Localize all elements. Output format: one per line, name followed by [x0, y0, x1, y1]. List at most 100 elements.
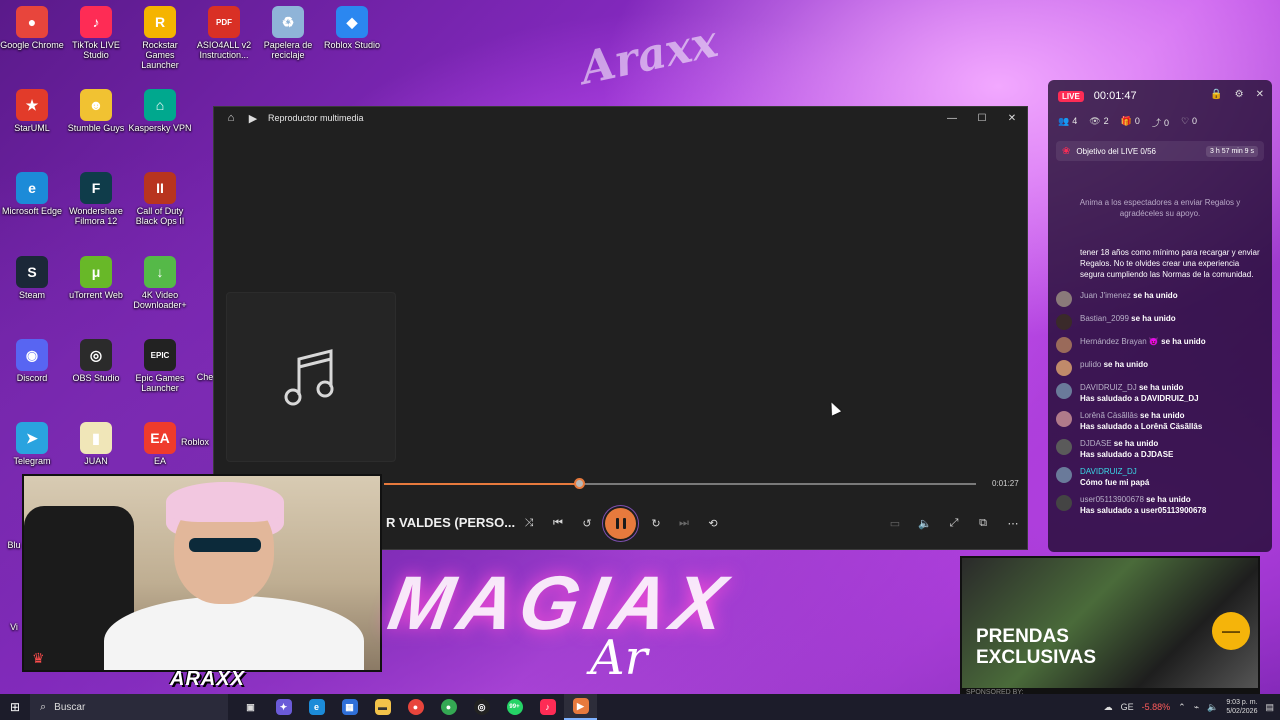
avatar[interactable]: [1056, 291, 1072, 307]
desktop-icon[interactable]: ↓ 4K Video Downloader+: [128, 256, 192, 310]
desktop-icon[interactable]: ➤ Telegram: [0, 422, 64, 466]
desktop-icon[interactable]: e Microsoft Edge: [0, 172, 64, 216]
avatar[interactable]: [1056, 411, 1072, 427]
fullscreen-icon[interactable]: ⤢: [943, 512, 965, 534]
file-explorer-icon[interactable]: ▬: [366, 694, 399, 720]
chat-action: se ha unido: [1146, 495, 1191, 504]
desktop-icon[interactable]: ● Google Chrome: [0, 6, 64, 50]
stock-ticker[interactable]: GE: [1121, 702, 1134, 712]
store-icon[interactable]: ▦: [333, 694, 366, 720]
desktop-icon[interactable]: ◉ Discord: [0, 339, 64, 383]
desktop-icon[interactable]: PDF ASIO4ALL v2 Instruction...: [192, 6, 256, 60]
media-player-icon: ▶: [248, 112, 258, 125]
desktop-icon[interactable]: ★ StarUML: [0, 89, 64, 133]
whatsapp-icon[interactable]: 99+: [498, 694, 531, 720]
chat-username[interactable]: Lorênã Cäsãllâs: [1080, 411, 1138, 420]
rewind-10-icon[interactable]: ↺: [576, 512, 598, 534]
volume-icon[interactable]: 🔈: [914, 512, 936, 534]
chat-username[interactable]: user05113900678: [1080, 495, 1144, 504]
home-icon[interactable]: ⌂: [224, 111, 238, 125]
chrome-icon[interactable]: ●: [399, 694, 432, 720]
media-player-taskbar-icon[interactable]: ▶: [564, 694, 597, 720]
minimize-button[interactable]: —: [937, 107, 967, 129]
forward-30-icon[interactable]: ↻: [645, 512, 667, 534]
task-view-icon[interactable]: ▣: [234, 694, 267, 720]
desktop-icon[interactable]: EPIC Epic Games Launcher: [128, 339, 192, 393]
desktop-icon[interactable]: R Rockstar Games Launcher: [128, 6, 192, 70]
desktop-icon[interactable]: ◎ OBS Studio: [64, 339, 128, 383]
subtitles-icon[interactable]: ▭: [884, 512, 906, 534]
settings-icon[interactable]: ⚙: [1235, 89, 1244, 100]
pause-icon: [615, 518, 619, 529]
live-goal[interactable]: ❀ Objetivo del LIVE 0/56 3 h 57 min 9 s: [1056, 141, 1264, 161]
desktop-icon[interactable]: S Steam: [0, 256, 64, 300]
avatar[interactable]: [1056, 467, 1072, 483]
chat-action: se ha unido: [1140, 411, 1185, 420]
desktop-icon-label: Telegram: [13, 456, 51, 466]
close-icon[interactable]: ✕: [1256, 89, 1264, 100]
chevron-up-icon[interactable]: ⌃: [1178, 702, 1186, 713]
avatar[interactable]: [1056, 495, 1072, 511]
close-button[interactable]: ✕: [997, 107, 1027, 129]
avatar[interactable]: [1056, 314, 1072, 330]
track-title[interactable]: R VALDES (PERSO...: [386, 515, 515, 530]
desktop-icon[interactable]: ▮ JUAN: [64, 422, 128, 466]
windows-start-icon[interactable]: ⊞: [0, 694, 30, 720]
seek-bar[interactable]: [384, 478, 976, 489]
chat-username[interactable]: pulido: [1080, 360, 1101, 369]
desktop-icon[interactable]: II Call of Duty Black Ops II: [128, 172, 192, 226]
avatar[interactable]: [1056, 383, 1072, 399]
taskbar-search[interactable]: ⌕ Buscar: [30, 694, 228, 720]
desktop-icon[interactable]: μ uTorrent Web: [64, 256, 128, 300]
chat-username[interactable]: Hernández Brayan 😈: [1080, 337, 1159, 346]
volume-tray-icon[interactable]: 🔈: [1207, 702, 1218, 713]
crown-icon: ♛: [32, 650, 45, 666]
taskbar: ⊞ ⌕ Buscar ▣ ✦ e ▦ ▬ ● ● ◎ 99+ ♪ ▶ ☁ GE …: [0, 694, 1280, 720]
chat-action: se ha unido: [1113, 439, 1159, 448]
maximize-button[interactable]: ☐: [967, 107, 997, 129]
chat-username[interactable]: DJDASE: [1080, 439, 1112, 448]
edge-icon[interactable]: e: [300, 694, 333, 720]
app-icon: ◎: [80, 339, 112, 371]
desktop-icon[interactable]: F Wondershare Filmora 12: [64, 172, 128, 226]
avatar[interactable]: [1056, 360, 1072, 376]
network-icon[interactable]: ⌁: [1194, 702, 1199, 713]
lock-icon[interactable]: 🔒: [1210, 89, 1222, 100]
chat-username[interactable]: Juan J'imenez: [1080, 291, 1131, 300]
chat-username[interactable]: DAVIDRUIZ_DJ: [1080, 467, 1137, 476]
obs-icon[interactable]: ◎: [465, 694, 498, 720]
streamer-logo: ARAXX: [170, 668, 246, 690]
tiktok-icon[interactable]: ♪: [531, 694, 564, 720]
desktop-icon-partial[interactable]: Roblox: [175, 437, 215, 447]
previous-icon[interactable]: ⏮: [547, 512, 569, 534]
coin-icon: —: [1212, 612, 1250, 650]
desktop-icon-label: Roblox Studio: [323, 40, 381, 50]
notifications-icon[interactable]: ▤: [1265, 702, 1274, 713]
desktop-icon[interactable]: ♻ Papelera de reciclaje: [256, 6, 320, 60]
app-icon: EA: [144, 422, 176, 454]
desktop-icon[interactable]: ♪ TikTok LIVE Studio: [64, 6, 128, 60]
shuffle-icon[interactable]: ⤨: [518, 512, 540, 534]
clock[interactable]: 9:03 p. m. 5/02/2026: [1226, 698, 1257, 716]
chrome-profile-icon[interactable]: ●: [432, 694, 465, 720]
repeat-icon[interactable]: ⟲: [702, 512, 724, 534]
desktop-icon[interactable]: ☻ Stumble Guys: [64, 89, 128, 133]
media-player-titlebar[interactable]: ⌂ ▶ Reproductor multimedia — ☐ ✕: [214, 107, 1027, 129]
desktop-icon[interactable]: ◆ Roblox Studio: [320, 6, 384, 50]
avatar[interactable]: [1056, 337, 1072, 353]
miniplayer-icon[interactable]: ⧉: [972, 512, 994, 534]
copilot-icon[interactable]: ✦: [267, 694, 300, 720]
chat-username[interactable]: Bastian_2099: [1080, 314, 1129, 323]
app-icon: PDF: [208, 6, 240, 38]
weather-icon[interactable]: ☁: [1104, 702, 1113, 713]
sponsor-ad[interactable]: PRENDAS EXCLUSIVAS — SPONSORED BY:: [960, 556, 1260, 700]
app-icon: ➤: [16, 422, 48, 454]
pause-button[interactable]: [605, 508, 636, 539]
app-icon: ☻: [80, 89, 112, 121]
avatar[interactable]: [1056, 439, 1072, 455]
chat-username[interactable]: DAVIDRUIZ_DJ: [1080, 383, 1137, 392]
seek-bar-thumb[interactable]: [574, 478, 585, 489]
more-icon[interactable]: ⋯: [1002, 512, 1024, 534]
next-icon[interactable]: ⏭: [673, 512, 695, 534]
desktop-icon[interactable]: ⌂ Kaspersky VPN: [128, 89, 192, 133]
